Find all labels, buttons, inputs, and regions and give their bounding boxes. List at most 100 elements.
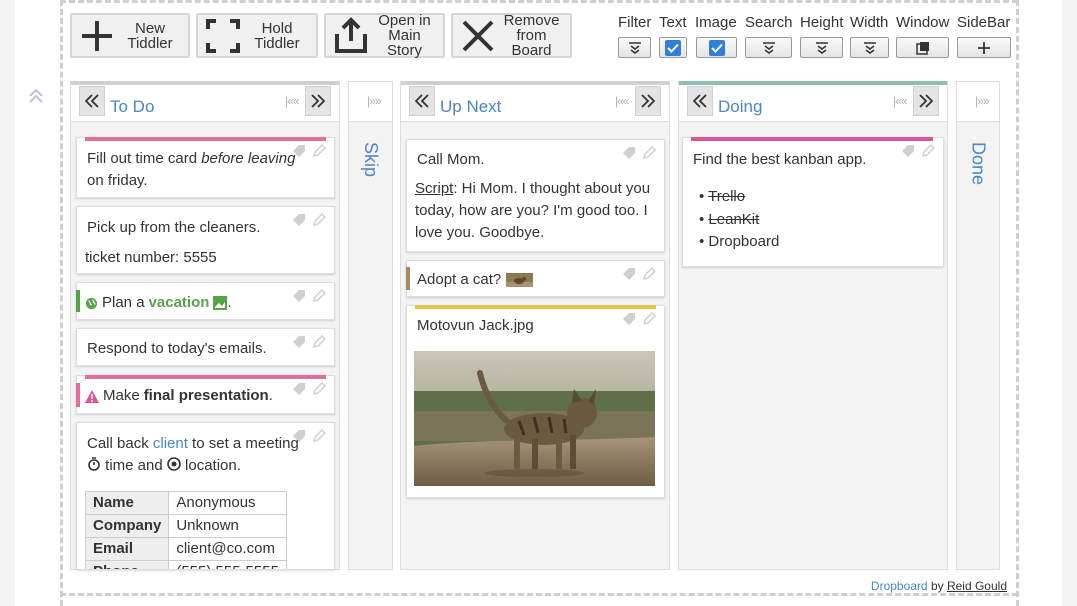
card-callback[interactable]: Call back client to set a meeting time a… — [76, 422, 335, 570]
table-row: Name Anonymous — [84, 491, 287, 515]
search-button[interactable] — [745, 37, 792, 58]
column-todo-prev-button[interactable] — [79, 86, 105, 116]
edit-pencil-icon[interactable] — [312, 289, 326, 303]
card-kanban[interactable]: Find the best kanban app. • Trello • Lea… — [682, 137, 944, 267]
column-skip[interactable]: |»» Skip — [348, 81, 393, 570]
edit-pencil-icon[interactable] — [642, 146, 656, 160]
height-button[interactable] — [800, 37, 843, 58]
column-doing-prev-button[interactable] — [687, 86, 713, 116]
text-label: Text — [659, 14, 687, 31]
kitten-photo — [414, 351, 655, 486]
column-upnext: Up Next |«« Call Mom. Script: Hi Mom. I … — [400, 81, 670, 570]
column-todo-next-button[interactable] — [305, 86, 331, 116]
tag-icon[interactable] — [292, 335, 306, 349]
card-color-bar — [691, 137, 933, 141]
hold-tiddler-button[interactable]: Hold Tiddler — [196, 13, 318, 58]
card-emails[interactable]: Respond to today's emails. — [76, 328, 335, 366]
tag-icon[interactable] — [292, 382, 306, 396]
card-presentation-highlight: final presentation — [143, 387, 269, 404]
card-color-bar — [85, 375, 326, 379]
card-vacation-text-c: . — [227, 294, 232, 311]
search-collapse-icon — [762, 41, 775, 54]
table-value: Anonymous — [168, 491, 287, 515]
list-item-label: Dropboard — [708, 233, 780, 250]
sidebar-button[interactable] — [957, 37, 1011, 58]
text-toggle[interactable] — [659, 37, 687, 58]
text-checkbox[interactable] — [665, 39, 681, 56]
card-kanban-title: Find the best kanban app. — [693, 151, 867, 168]
column-upnext-next-button[interactable] — [635, 86, 661, 116]
column-upnext-collapse-button[interactable]: |«« — [615, 94, 630, 108]
scroll-top-icon[interactable] — [28, 88, 44, 104]
list-item: • Trello — [699, 188, 746, 205]
author-link[interactable]: Reid Gould — [947, 579, 1007, 593]
double-chevron-right-icon — [641, 94, 655, 108]
filter-button[interactable] — [618, 37, 651, 58]
image-toggle[interactable] — [696, 37, 737, 58]
card-timecard[interactable]: Fill out time card before leaving on fri… — [76, 137, 335, 198]
card-callback-text-b: to set a meeting — [187, 435, 299, 452]
footer-by: by — [927, 579, 947, 593]
remove-from-board-button[interactable]: Remove from Board — [451, 13, 572, 58]
card-presentation[interactable]: Make final presentation . — [76, 375, 335, 414]
column-skip-expand-button[interactable]: |»» — [367, 94, 382, 108]
card-vacation[interactable]: Plan a vacation . — [76, 282, 335, 320]
edit-pencil-icon[interactable] — [642, 312, 656, 326]
table-row: Company Unknown — [84, 514, 287, 538]
card-actions — [292, 382, 326, 396]
tag-icon[interactable] — [622, 267, 636, 281]
window-label: Window — [896, 14, 950, 31]
edit-pencil-icon[interactable] — [921, 144, 935, 158]
checkmark-icon — [667, 43, 679, 53]
tag-icon[interactable] — [292, 213, 306, 227]
table-value: client@co.com — [168, 537, 287, 561]
card-vacation-text-a: Plan a — [102, 294, 145, 311]
edit-pencil-icon[interactable] — [642, 267, 656, 281]
column-done-header: |»» — [957, 82, 999, 122]
edit-pencil-icon[interactable] — [312, 213, 326, 227]
column-upnext-prev-button[interactable] — [409, 86, 435, 116]
card-cat-label: Adopt a cat? — [417, 271, 502, 288]
card-actions — [622, 267, 656, 281]
column-todo-title: To Do — [110, 97, 155, 116]
table-value: Unknown — [168, 514, 287, 538]
board-border-top — [60, 0, 1018, 3]
card-cleaners[interactable]: Pick up from the cleaners. ticket number… — [76, 206, 335, 274]
card-jack[interactable]: Motovun Jack.jpg — [406, 305, 665, 498]
card-cat[interactable]: Adopt a cat? — [406, 260, 665, 297]
card-cat-text: Adopt a cat? — [417, 269, 534, 291]
open-main-story-button[interactable]: Open in Main Story — [324, 13, 445, 58]
column-doing-collapse-button[interactable]: |«« — [893, 94, 908, 108]
column-done-expand-button[interactable]: |»» — [975, 94, 990, 108]
filter-icon — [628, 41, 641, 54]
column-todo-collapse-button[interactable]: |«« — [285, 94, 300, 108]
edit-pencil-icon[interactable] — [312, 382, 326, 396]
new-tiddler-button[interactable]: New Tiddler — [70, 13, 190, 58]
card-actions — [901, 144, 935, 158]
card-callmom[interactable]: Call Mom. Script: Hi Mom. I thought abou… — [406, 139, 665, 252]
tag-icon[interactable] — [292, 289, 306, 303]
width-button[interactable] — [850, 37, 889, 58]
column-done-title: Done — [968, 142, 989, 186]
checkmark-icon — [710, 43, 723, 53]
window-button[interactable] — [896, 37, 949, 58]
tag-icon[interactable] — [622, 146, 636, 160]
edit-pencil-icon[interactable] — [312, 429, 326, 443]
client-link[interactable]: client — [153, 435, 188, 452]
column-done[interactable]: |»» Done — [956, 81, 1000, 570]
column-doing: Doing |«« Find the best kanban app. • Tr… — [678, 81, 948, 570]
tag-icon[interactable] — [901, 144, 915, 158]
table-key: Company — [84, 514, 170, 538]
tag-icon[interactable] — [622, 312, 636, 326]
column-doing-next-button[interactable] — [913, 86, 939, 116]
card-callmom-title: Call Mom. — [417, 151, 485, 168]
table-key: Name — [84, 491, 170, 515]
location-target-icon — [167, 457, 181, 471]
width-label: Width — [850, 14, 889, 31]
list-item: • LeanKit — [699, 210, 760, 228]
edit-pencil-icon[interactable] — [312, 335, 326, 349]
edit-pencil-icon[interactable] — [312, 144, 326, 158]
dropboard-link[interactable]: Dropboard — [871, 579, 928, 593]
image-checkbox[interactable] — [708, 39, 725, 56]
column-doing-header: Doing |«« — [679, 81, 947, 122]
